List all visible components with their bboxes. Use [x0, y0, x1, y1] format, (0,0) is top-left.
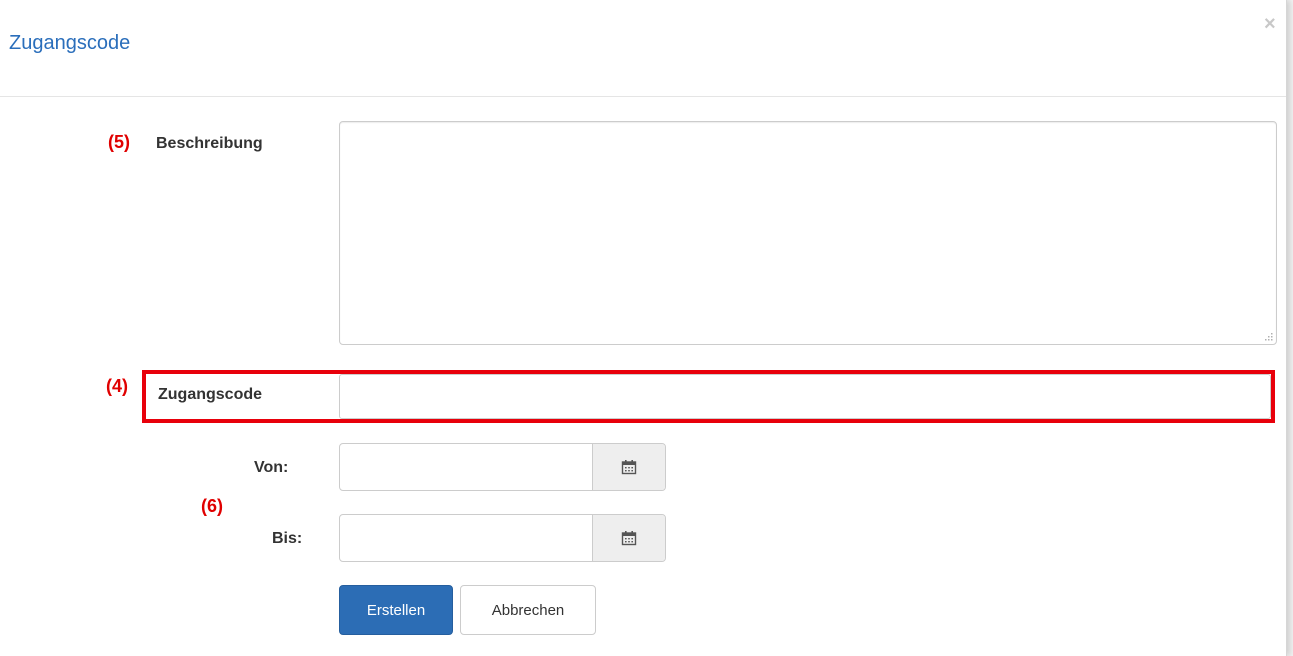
- calendar-icon: [621, 460, 637, 475]
- description-label: Beschreibung: [156, 135, 263, 152]
- access-code-input[interactable]: [339, 374, 1271, 419]
- dialog-title: Zugangscode: [9, 32, 131, 54]
- access-code-label: Zugangscode: [158, 386, 263, 403]
- to-date-group: [339, 514, 666, 562]
- annotation-5: (5): [108, 132, 130, 152]
- from-calendar-button[interactable]: [592, 444, 665, 490]
- to-label: Bis:: [272, 530, 303, 547]
- annotation-6: (6): [201, 496, 223, 516]
- description-textarea[interactable]: [339, 121, 1277, 345]
- from-label: Von:: [254, 459, 289, 476]
- access-code-dialog: Zugangscode × (5) Beschreibung (4) Zugan…: [0, 0, 1287, 656]
- to-calendar-button[interactable]: [592, 515, 665, 561]
- close-icon[interactable]: ×: [1264, 14, 1276, 34]
- annotation-4: (4): [106, 376, 128, 396]
- dialog-header: Zugangscode ×: [0, 0, 1286, 97]
- cancel-button[interactable]: Abbrechen: [460, 585, 596, 635]
- from-date-group: [339, 443, 666, 491]
- resize-grip-icon[interactable]: [1263, 331, 1273, 341]
- calendar-icon: [621, 531, 637, 546]
- create-button[interactable]: Erstellen: [339, 585, 453, 635]
- to-date-input[interactable]: [340, 515, 592, 561]
- from-date-input[interactable]: [340, 444, 592, 490]
